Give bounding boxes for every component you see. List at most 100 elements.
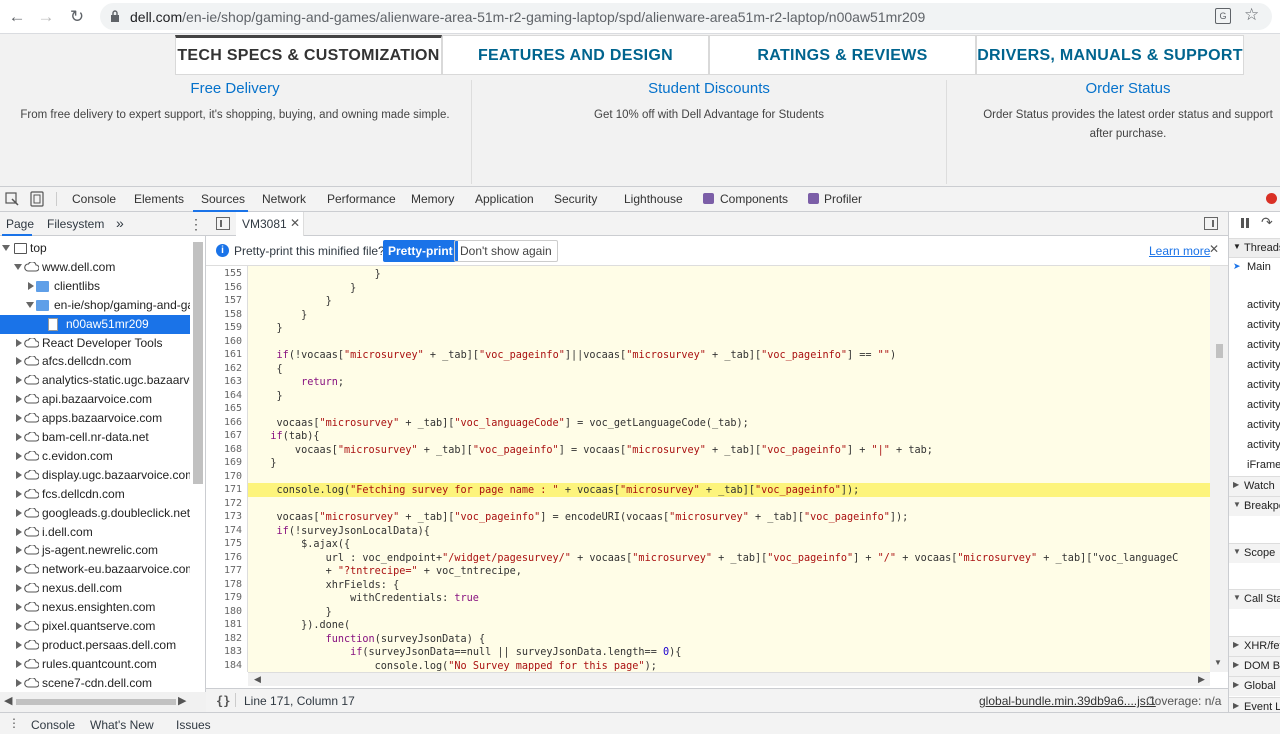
scroll-right-icon[interactable]: ▶ [178, 694, 186, 707]
tab-ratings[interactable]: RATINGS & REVIEWS [709, 35, 976, 75]
code-area[interactable]: 155 156 157 158 159 160 161 162 163 164 165 166 167 1… [206, 266, 1210, 672]
line-number[interactable]: 159 [206, 322, 242, 335]
expand-right-icon[interactable] [16, 414, 22, 423]
nav-scrollbar[interactable] [193, 242, 203, 484]
expand-right-icon[interactable] [28, 281, 34, 290]
line-number[interactable]: 173 [206, 511, 242, 524]
tab-page[interactable]: Page [6, 217, 34, 231]
scroll-thumb[interactable] [16, 699, 176, 705]
tab-application[interactable]: Application [475, 192, 534, 206]
toggle-navigator-icon[interactable] [216, 217, 230, 230]
nav-hscrollbar[interactable]: ◀ ▶ [0, 692, 206, 712]
line-number[interactable]: 170 [206, 471, 242, 484]
threads-header[interactable]: ▼Threads [1229, 238, 1280, 258]
tree-item[interactable]: bam-cell.nr-data.net [0, 428, 190, 447]
bookmark-star-icon[interactable]: ☆ [1244, 5, 1259, 25]
close-infobar-icon[interactable]: ✕ [1209, 242, 1219, 256]
drawer-tab-console[interactable]: Console [31, 718, 75, 732]
line-number[interactable]: 163 [206, 376, 242, 389]
line-number[interactable]: 155 [206, 268, 242, 281]
line-number[interactable]: 161 [206, 349, 242, 362]
section-header[interactable]: ▼ Scope [1229, 543, 1280, 563]
expand-right-icon[interactable] [16, 527, 22, 536]
tab-memory[interactable]: Memory [411, 192, 454, 206]
tree-item[interactable]: c.evidon.com [0, 447, 190, 466]
tab-sources[interactable]: Sources [201, 192, 245, 206]
translate-icon[interactable]: G [1215, 8, 1231, 24]
tab-components[interactable]: Components [720, 192, 788, 206]
drawer-tab-issues[interactable]: Issues [176, 718, 211, 732]
expand-right-icon[interactable] [16, 565, 22, 574]
pretty-print-button[interactable]: Pretty-print [383, 240, 458, 262]
line-gutter[interactable]: 155 156 157 158 159 160 161 162 163 164 165 166 167 1… [206, 266, 248, 672]
tree-item[interactable]: clientlibs [0, 277, 190, 296]
expand-right-icon[interactable] [16, 451, 22, 460]
expand-right-icon[interactable] [16, 489, 22, 498]
tab-drivers[interactable]: DRIVERS, MANUALS & SUPPORT [976, 35, 1244, 75]
line-number[interactable]: 175 [206, 538, 242, 551]
tree-item[interactable]: api.bazaarvoice.com [0, 390, 190, 409]
menu-kebab-icon[interactable]: ⋮ [189, 216, 203, 233]
device-toggle-icon[interactable] [30, 191, 44, 207]
line-number[interactable]: 174 [206, 525, 242, 538]
scroll-left-icon[interactable]: ◀ [4, 694, 12, 707]
expand-right-icon[interactable] [16, 395, 22, 404]
close-tab-icon[interactable]: ✕ [290, 216, 300, 230]
thread-iframe[interactable]: iFrame [1229, 456, 1280, 476]
thread-activity[interactable]: activity [1229, 436, 1280, 456]
line-number[interactable]: 183 [206, 646, 242, 659]
line-number[interactable]: 176 [206, 552, 242, 565]
tree-item[interactable]: product.persaas.dell.com [0, 636, 190, 655]
line-number[interactable]: 177 [206, 565, 242, 578]
line-number[interactable]: 168 [206, 444, 242, 457]
expand-right-icon[interactable] [16, 470, 22, 479]
tab-filesystem[interactable]: Filesystem [47, 217, 104, 231]
tree-item[interactable]: nexus.ensighten.com [0, 598, 190, 617]
tree-item[interactable]: nexus.dell.com [0, 579, 190, 598]
editor-tab-vm3081[interactable]: VM3081 ✕ [236, 212, 304, 236]
scroll-thumb[interactable] [1216, 344, 1223, 358]
tab-network[interactable]: Network [262, 192, 306, 206]
tree-item[interactable]: js-agent.newrelic.com [0, 541, 190, 560]
scroll-left-icon[interactable]: ◀ [254, 674, 261, 685]
tree-item[interactable]: React Developer Tools [0, 334, 190, 353]
line-number[interactable]: 165 [206, 403, 242, 416]
expand-right-icon[interactable] [16, 546, 22, 555]
line-number[interactable]: 157 [206, 295, 242, 308]
pause-icon[interactable] [1241, 218, 1244, 228]
line-number[interactable]: 158 [206, 309, 242, 322]
forward-icon[interactable]: → [35, 6, 57, 28]
line-number[interactable]: 178 [206, 579, 242, 592]
pretty-print-braces-button[interactable]: {} [216, 694, 230, 708]
tab-profiler[interactable]: Profiler [824, 192, 862, 206]
expand-right-icon[interactable] [16, 603, 22, 612]
toggle-debugger-icon[interactable] [1204, 217, 1218, 230]
tab-lighthouse[interactable]: Lighthouse [624, 192, 683, 206]
step-over-icon[interactable]: ↷ [1261, 214, 1273, 231]
line-number[interactable]: 182 [206, 633, 242, 646]
thread-activity[interactable]: activity [1229, 296, 1280, 316]
line-number[interactable]: 164 [206, 390, 242, 403]
tree-item[interactable]: network-eu.bazaarvoice.com [0, 560, 190, 579]
tree-item[interactable]: scene7-cdn.dell.com [0, 674, 190, 689]
line-number[interactable]: 169 [206, 457, 242, 470]
tree-item[interactable]: fcs.dellcdn.com [0, 485, 190, 504]
reload-icon[interactable]: ↻ [66, 6, 88, 28]
tree-item[interactable]: en-ie/shop/gaming-and-ga [0, 296, 190, 315]
section-header[interactable]: ▼Breakpoints [1229, 496, 1280, 516]
expand-down-icon[interactable] [26, 301, 34, 308]
tab-elements[interactable]: Elements [134, 192, 184, 206]
line-number[interactable]: 172 [206, 498, 242, 511]
line-number[interactable]: 166 [206, 417, 242, 430]
back-icon[interactable]: ← [6, 6, 28, 28]
tree-item[interactable]: i.dell.com [0, 523, 190, 542]
line-number[interactable]: 160 [206, 336, 242, 349]
tree-item[interactable]: rules.quantcount.com [0, 655, 190, 674]
line-number[interactable]: 156 [206, 282, 242, 295]
line-number[interactable]: 167 [206, 430, 242, 443]
section-header[interactable]: ▼Call Stack [1229, 589, 1280, 609]
tree-item[interactable]: pixel.quantserve.com [0, 617, 190, 636]
thread-activity[interactable]: activity [1229, 416, 1280, 436]
thread-activity[interactable]: activity [1229, 336, 1280, 356]
learn-more-link[interactable]: Learn more [1149, 244, 1210, 258]
